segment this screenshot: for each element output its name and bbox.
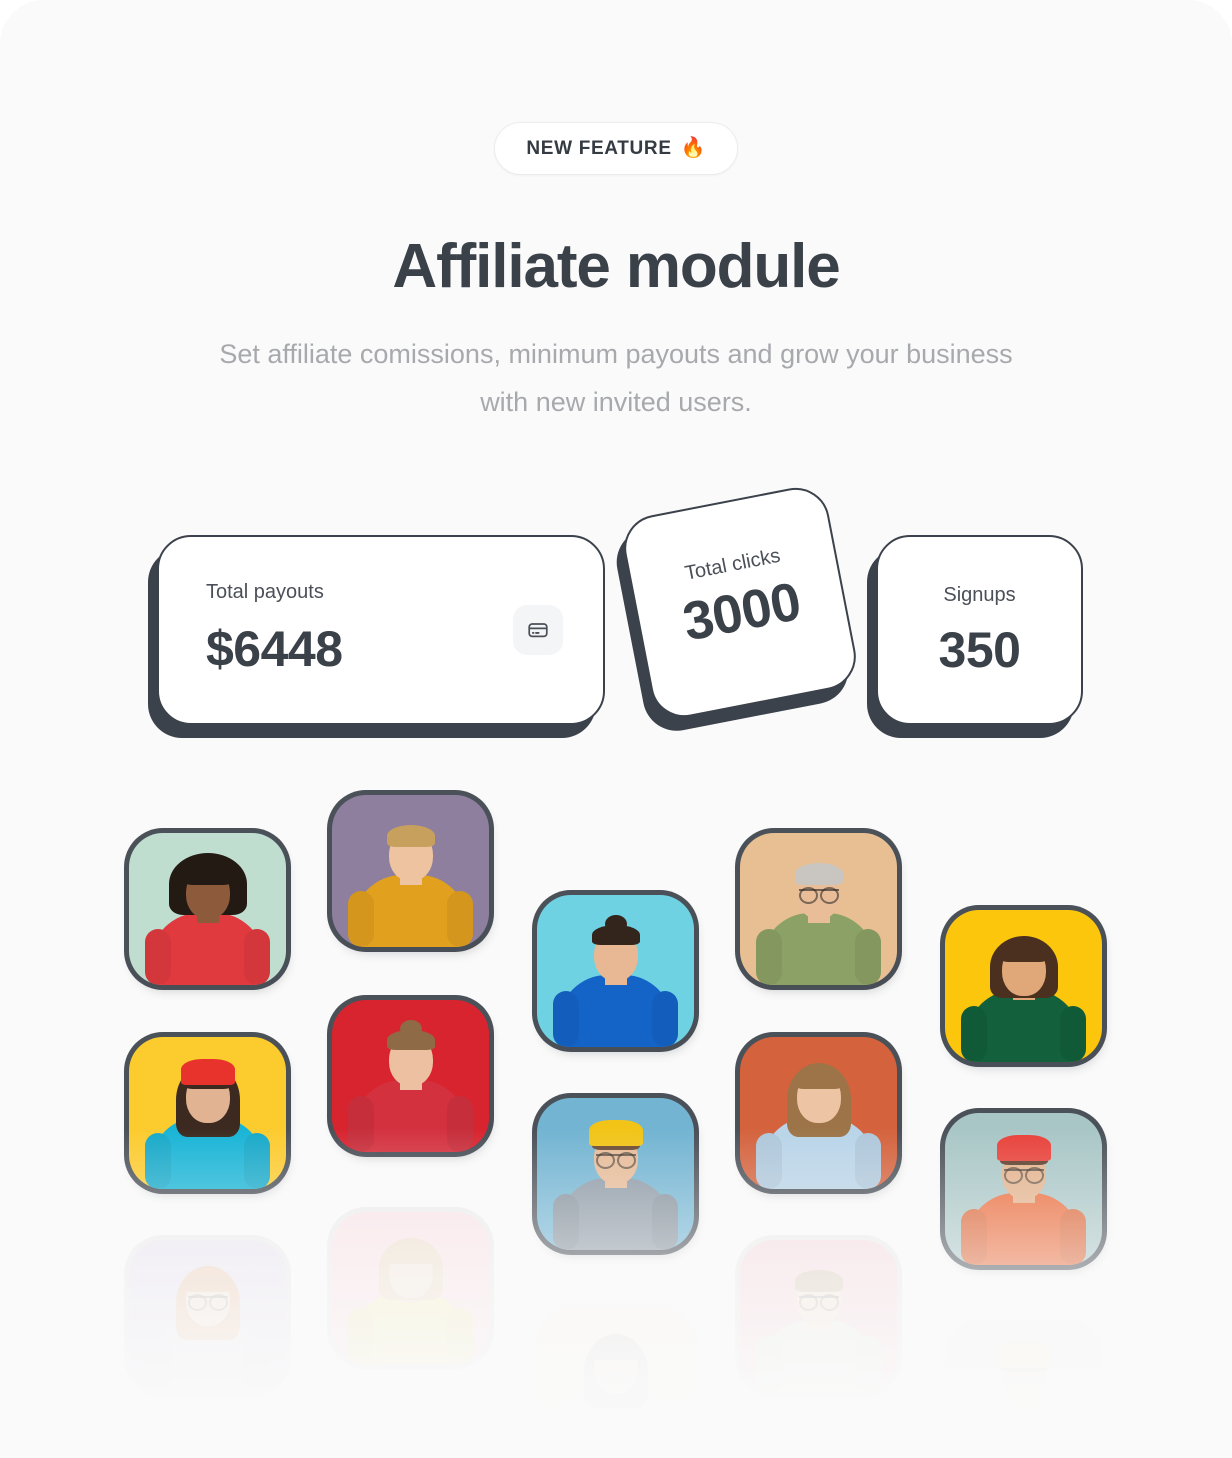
avatar-portrait <box>129 1037 286 1189</box>
page-container: NEW FEATURE 🔥 Affiliate module Set affil… <box>0 0 1232 1458</box>
avatar-portrait <box>537 1308 694 1458</box>
avatar-woman-lilac[interactable] <box>129 1240 286 1392</box>
avatar-portrait <box>740 833 897 985</box>
avatar-portrait <box>129 833 286 985</box>
avatar-portrait <box>129 1240 286 1392</box>
avatar-portrait <box>332 795 489 947</box>
avatar-portrait <box>537 895 694 1047</box>
avatar-portrait <box>945 1113 1102 1265</box>
avatar-man-yellow-jacket[interactable] <box>332 795 489 947</box>
avatar-woman-yellow-beret[interactable] <box>129 1037 286 1189</box>
avatar-portrait <box>332 1000 489 1152</box>
avatar-man-orange-shirt[interactable] <box>945 1113 1102 1265</box>
avatar-grid <box>0 0 1232 1458</box>
avatar-portrait <box>740 1240 897 1392</box>
avatar-portrait <box>740 1037 897 1189</box>
avatar-man-green-jacket[interactable] <box>945 910 1102 1062</box>
avatar-woman-orange-bg[interactable] <box>740 1037 897 1189</box>
avatar-woman-red-top[interactable] <box>129 833 286 985</box>
avatar-woman-blue-sweater[interactable] <box>537 895 694 1047</box>
avatar-woman-cream[interactable] <box>537 1308 694 1458</box>
avatar-portrait <box>537 1098 694 1250</box>
avatar-man-green-sweater[interactable] <box>740 833 897 985</box>
avatar-portrait <box>332 1212 489 1364</box>
avatar-boy-pink-bowtie[interactable] <box>740 1240 897 1392</box>
avatar-woman-red-knit[interactable] <box>332 1000 489 1152</box>
avatar-portrait <box>945 1320 1102 1458</box>
avatar-portrait <box>945 910 1102 1062</box>
avatar-man-striped-shirt[interactable] <box>945 1320 1102 1458</box>
avatar-woman-pink-yellow[interactable] <box>332 1212 489 1364</box>
avatar-man-yellow-beanie[interactable] <box>537 1098 694 1250</box>
